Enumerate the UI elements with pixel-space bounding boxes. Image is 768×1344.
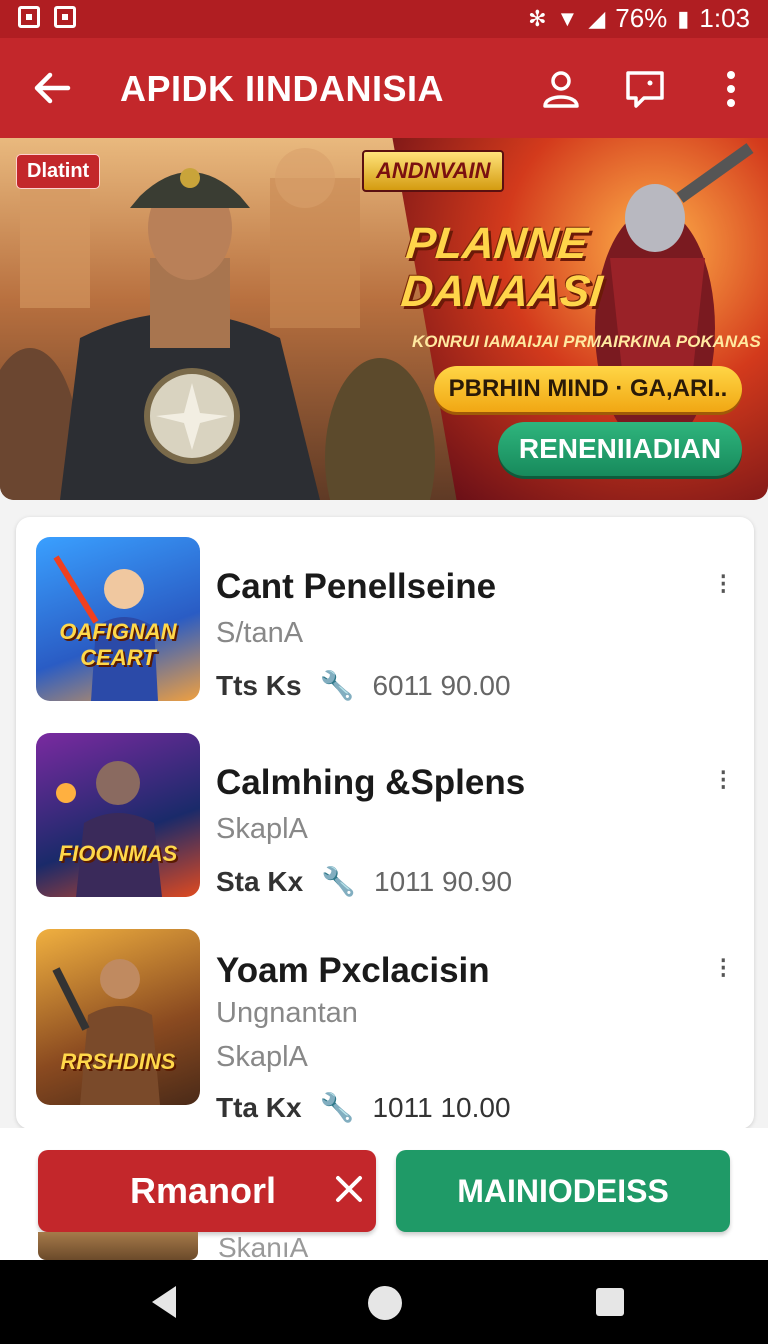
primary-action-label: Rmanorl xyxy=(130,1170,277,1211)
banner-artwork-left: Dlatint xyxy=(0,138,460,500)
thumbnail-label: OAFIGNAN CEART xyxy=(59,619,177,670)
system-nav-bar xyxy=(0,1260,768,1344)
game-thumbnail: RRSHDINS xyxy=(36,929,200,1105)
close-icon[interactable] xyxy=(332,1172,366,1206)
game-meta: Tts Ks 🔧 6011 90.00 xyxy=(216,669,511,702)
banner-cta-button[interactable]: RENENIIADIAN xyxy=(498,422,742,476)
profile-icon[interactable] xyxy=(540,68,582,110)
battery-percent: 76% xyxy=(615,3,668,33)
banner-headline-line2: DANAASI xyxy=(398,267,605,316)
meta-value: 6011 90.00 xyxy=(372,669,511,701)
game-subtitle: SkaplA xyxy=(216,813,308,845)
app-title: APIDK IINDANISIA xyxy=(120,68,445,109)
system-icons: ✻ ▼ ◢ 76% ▮ 1:03 xyxy=(528,3,750,34)
bluetooth-icon: ✻ xyxy=(528,5,547,31)
banner-tag: Dlatint xyxy=(16,154,101,189)
notification-icon xyxy=(54,6,76,28)
promo-banner[interactable]: Dlatint ANDNVAIN PLANNE DANAASI KONRUI I… xyxy=(0,138,768,500)
banner-subtitle: KONRUI IAMAIJAI PRMAIRKINA POKANAS xyxy=(412,332,761,351)
app-bar: APIDK IINDANISIA xyxy=(0,38,768,138)
wrench-icon: 🔧 xyxy=(321,866,357,897)
list-item[interactable]: RRSHDINS Yoam Pxclacisin Ungnantan Skapl… xyxy=(16,929,754,1129)
meta-key: Sta Kx xyxy=(216,865,304,897)
back-arrow-icon[interactable] xyxy=(30,66,74,110)
banner-pill-button[interactable]: PBRHIN MIND · GA,ARI.. xyxy=(434,366,742,412)
game-meta: Tta Kx 🔧 1011 10.00 xyxy=(216,1091,511,1124)
character-illustration xyxy=(52,959,160,1105)
list-item[interactable]: OAFIGNAN CEART Cant Penellseine S/tanA T… xyxy=(16,537,754,717)
wrench-icon: 🔧 xyxy=(319,1092,355,1123)
nav-back-icon[interactable] xyxy=(148,1284,180,1320)
thumbnail-label: FIOONMAS xyxy=(58,841,178,866)
notification-icon xyxy=(18,6,40,28)
game-meta: Sta Kx 🔧 1011 90.90 xyxy=(216,865,512,898)
soldier-illustration xyxy=(0,148,435,500)
notification-icons xyxy=(18,6,76,28)
nav-recents-icon[interactable] xyxy=(596,1288,624,1316)
banner-headline-line1: PLANNE xyxy=(404,219,591,268)
nav-home-icon[interactable] xyxy=(368,1286,402,1320)
clock: 1:03 xyxy=(699,3,750,33)
item-more-icon[interactable]: ⁝ xyxy=(718,763,730,798)
character-illustration xyxy=(56,761,162,897)
banner-logo: ANDNVAIN xyxy=(362,150,505,192)
game-thumbnail: FIOONMAS xyxy=(36,733,200,897)
game-title: Cant Penellseine xyxy=(216,567,497,606)
meta-value: 1011 90.90 xyxy=(374,865,513,897)
battery-icon: ▮ xyxy=(677,5,690,31)
game-title: Calmhing &Splens xyxy=(216,763,526,802)
meta-key: Tts Ks xyxy=(216,669,302,701)
more-options-icon[interactable] xyxy=(710,68,752,110)
thumbnail-label: RRSHDINS xyxy=(60,1049,176,1074)
wrench-icon: 🔧 xyxy=(319,670,355,701)
meta-value: 1011 10.00 xyxy=(372,1091,511,1123)
game-thumbnail-peek xyxy=(38,1232,198,1260)
wifi-icon: ▼ xyxy=(556,5,579,31)
game-list: OAFIGNAN CEART Cant Penellseine S/tanA T… xyxy=(16,517,754,1129)
chat-icon[interactable] xyxy=(624,68,666,110)
item-more-icon[interactable]: ⁝ xyxy=(718,567,730,602)
bottom-action-bar: Rmanorl MAINIODEISS SkanıA xyxy=(0,1128,768,1263)
game-thumbnail: OAFIGNAN CEART xyxy=(36,537,200,701)
item-more-icon[interactable]: ⁝ xyxy=(718,951,730,986)
list-item[interactable]: FIOONMAS Calmhing &Splens SkaplA Sta Kx … xyxy=(16,733,754,913)
status-bar: ✻ ▼ ◢ 76% ▮ 1:03 xyxy=(0,0,768,38)
banner-headline: PLANNE DANAASI xyxy=(398,219,610,316)
game-subtitle: Ungnantan xyxy=(216,997,358,1029)
game-title: Yoam Pxclacisin xyxy=(216,951,490,990)
meta-key: Tta Kx xyxy=(216,1091,302,1123)
game-subtitle-secondary: SkaplA xyxy=(216,1041,308,1073)
primary-action-button[interactable]: Rmanorl xyxy=(38,1150,376,1232)
game-subtitle: S/tanA xyxy=(216,617,304,649)
signal-icon: ◢ xyxy=(588,5,606,31)
secondary-action-button[interactable]: MAINIODEISS xyxy=(396,1150,730,1232)
